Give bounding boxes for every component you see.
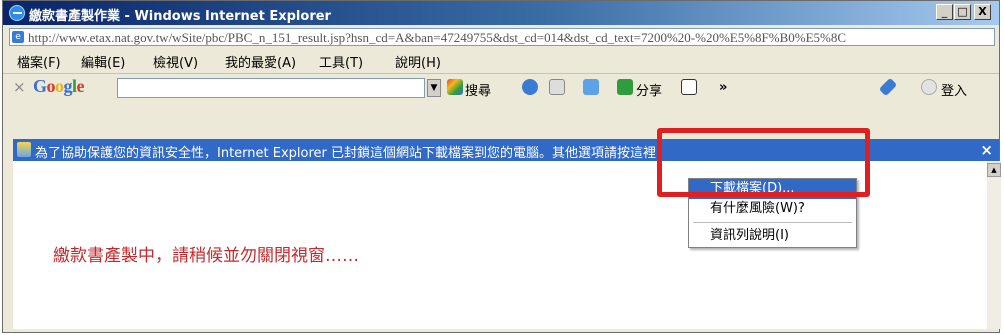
window-icon[interactable] (681, 79, 697, 95)
more-chevron-icon[interactable]: » (719, 80, 727, 95)
vertical-scrollbar[interactable]: ▲ (987, 161, 1001, 329)
scroll-up-icon[interactable]: ▲ (987, 163, 1001, 177)
menu-separator (693, 222, 852, 223)
menu-edit[interactable]: 編輯(E) (81, 52, 125, 71)
address-url[interactable]: http://www.etax.nat.gov.tw/wSite/pbc/PBC… (28, 30, 846, 45)
google-search-input[interactable] (117, 78, 425, 98)
menu-tools[interactable]: 工具(T) (319, 52, 363, 71)
infobar-message[interactable]: 為了協助保護您的資訊安全性，Internet Explorer 已封鎖這個網站下… (35, 142, 656, 161)
menu-file[interactable]: 檔案(F) (17, 52, 61, 71)
red-highlight-box (657, 128, 870, 197)
minimize-button[interactable]: _ (936, 4, 953, 20)
google-search-icon[interactable] (447, 79, 463, 95)
menu-bar: 檔案(F) 編輯(E) 檢視(V) 我的最愛(A) 工具(T) 說明(H) (3, 49, 999, 71)
search-dropdown-icon[interactable]: ▼ (427, 79, 441, 97)
globe-icon[interactable] (522, 79, 538, 95)
infobar-help-menu-item[interactable]: 資訊列說明(I) (689, 226, 856, 246)
wrench-icon[interactable] (878, 77, 898, 97)
infobar-close-icon[interactable]: × (980, 141, 993, 159)
google-toolbar: × Google ▼ 搜尋 分享 » 登入 (3, 73, 999, 102)
close-button[interactable]: X (974, 4, 991, 20)
plus-icon[interactable] (583, 79, 599, 95)
share-icon[interactable] (617, 79, 633, 95)
page-icon: e (12, 31, 24, 43)
menu-view[interactable]: 檢視(V) (153, 52, 198, 71)
restore-button[interactable]: □ (954, 4, 971, 20)
ie-logo-icon (9, 5, 25, 21)
search-button-label[interactable]: 搜尋 (465, 80, 491, 99)
login-button-label[interactable]: 登入 (941, 80, 967, 99)
share-button-label[interactable]: 分享 (636, 80, 662, 99)
window-title: 繳款書產製作業 - Windows Internet Explorer (29, 9, 331, 24)
menu-favorites[interactable]: 我的最愛(A) (225, 52, 296, 71)
page-tools-icon[interactable] (549, 79, 565, 95)
menu-help[interactable]: 說明(H) (395, 52, 441, 71)
address-bar[interactable]: e http://www.etax.nat.gov.tw/wSite/pbc/P… (9, 28, 995, 46)
risk-menu-item[interactable]: 有什麼風險(W)? (689, 199, 856, 219)
loading-message: 繳款書產製中，請稍候並勿關閉視窗…… (53, 246, 359, 266)
user-icon[interactable] (921, 79, 937, 95)
title-bar[interactable]: 繳款書產製作業 - Windows Internet Explorer _ □ … (3, 1, 999, 25)
toolbar-close-icon[interactable]: × (13, 78, 26, 96)
google-logo: Google (33, 76, 85, 96)
shield-icon (17, 142, 31, 157)
